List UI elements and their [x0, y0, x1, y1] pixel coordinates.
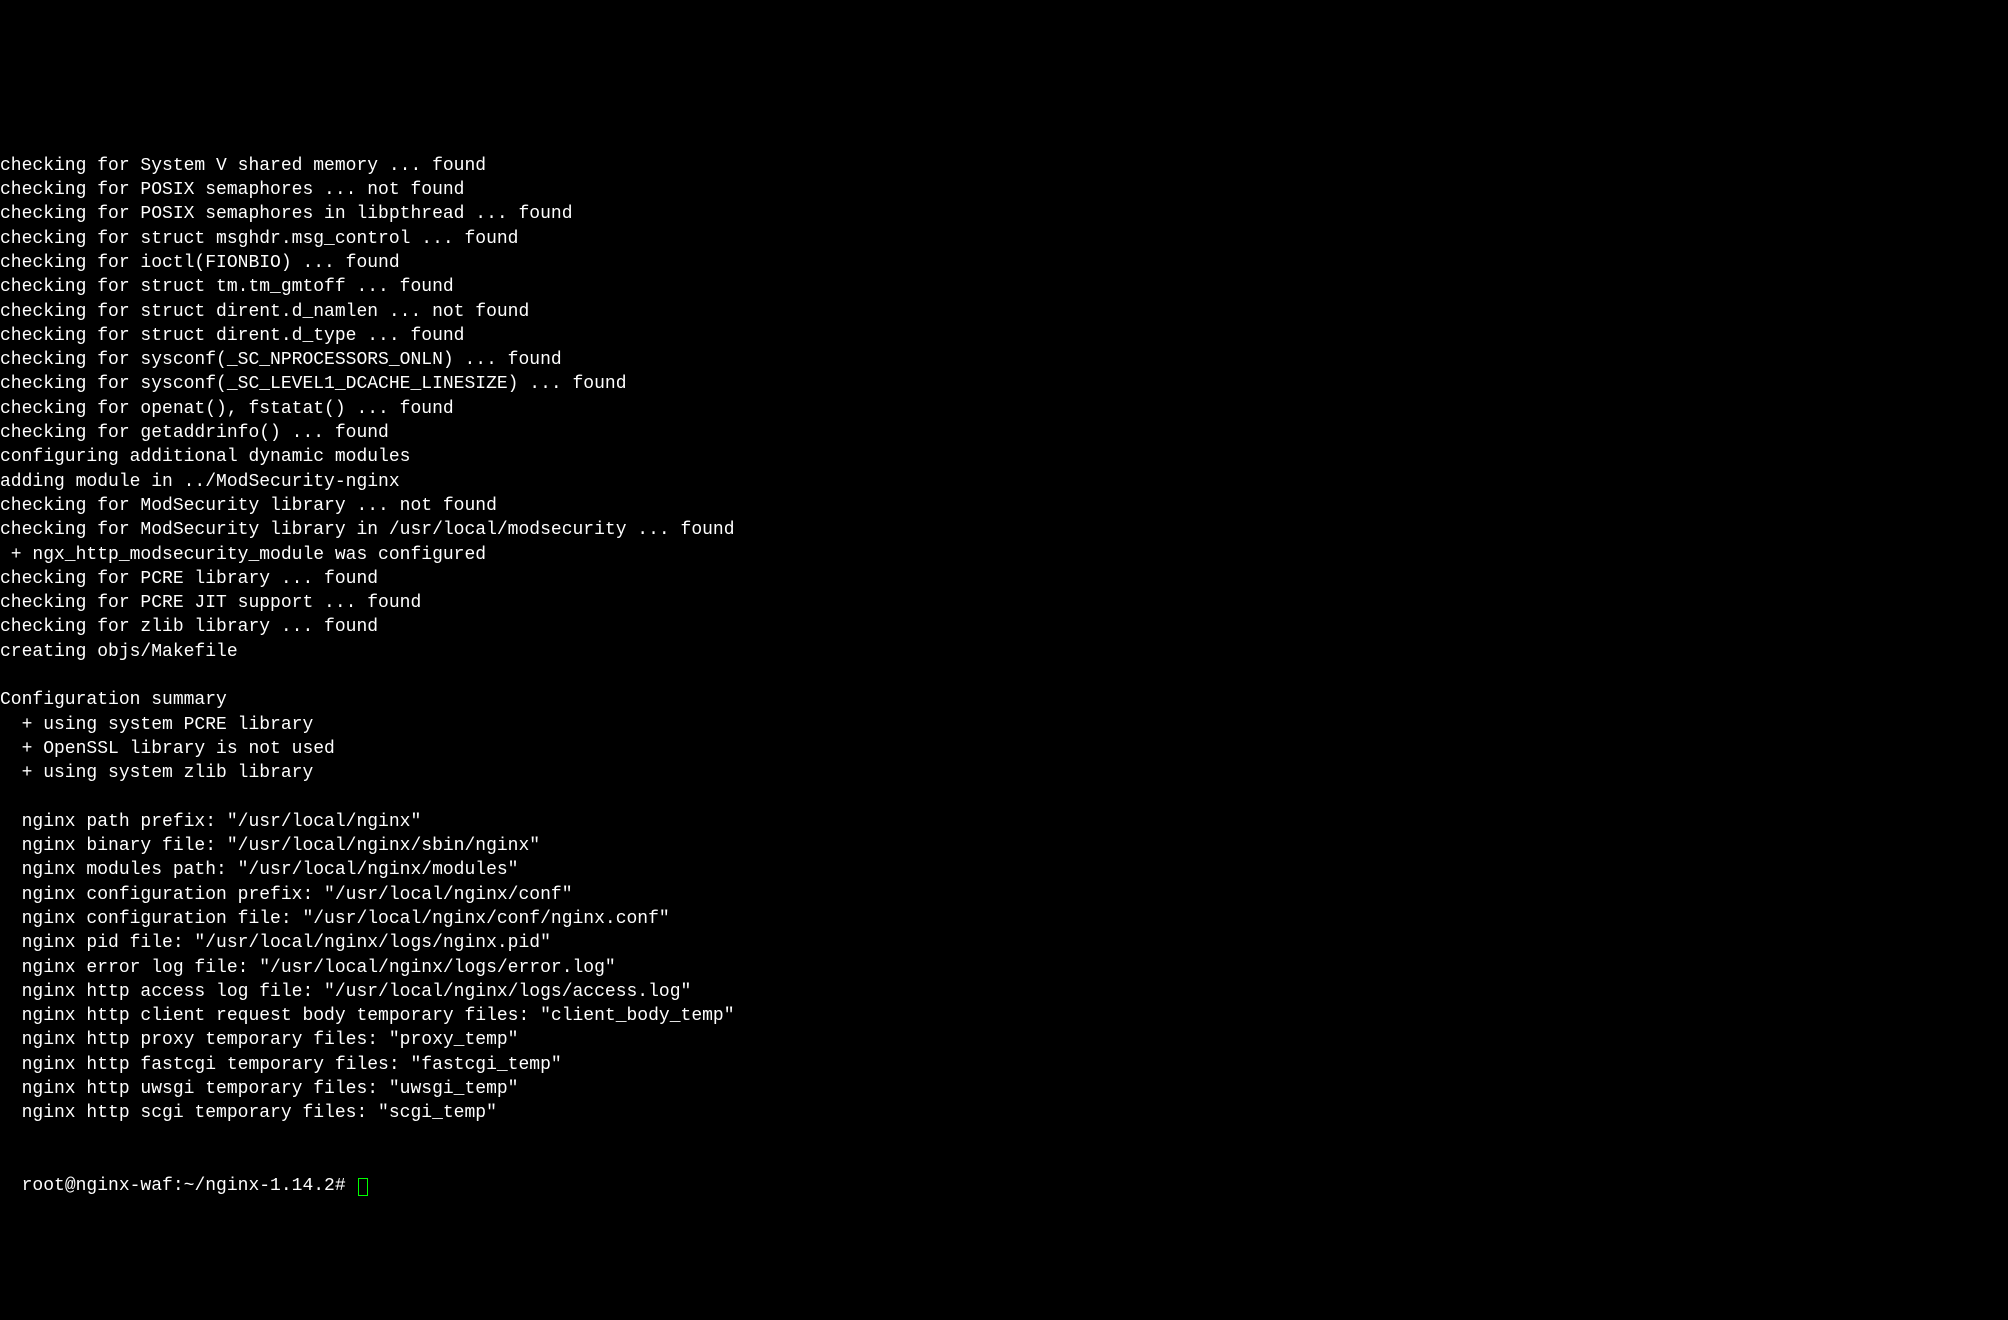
- terminal-line: checking for ModSecurity library in /usr…: [0, 518, 2008, 542]
- terminal-line: + OpenSSL library is not used: [0, 737, 2008, 761]
- terminal-line: nginx configuration prefix: "/usr/local/…: [0, 883, 2008, 907]
- terminal-line: creating objs/Makefile: [0, 640, 2008, 664]
- terminal-line: checking for sysconf(_SC_NPROCESSORS_ONL…: [0, 348, 2008, 372]
- terminal-line: checking for PCRE library ... found: [0, 567, 2008, 591]
- terminal-line: nginx path prefix: "/usr/local/nginx": [0, 810, 2008, 834]
- terminal-line: nginx http proxy temporary files: "proxy…: [0, 1028, 2008, 1052]
- terminal-line: [0, 1126, 2008, 1150]
- terminal-line: checking for POSIX semaphores in libpthr…: [0, 202, 2008, 226]
- cursor-icon: [358, 1178, 368, 1196]
- terminal-line: Configuration summary: [0, 688, 2008, 712]
- terminal-line: checking for getaddrinfo() ... found: [0, 421, 2008, 445]
- shell-prompt: root@nginx-waf:~/nginx-1.14.2#: [22, 1176, 357, 1196]
- terminal-line: checking for struct dirent.d_type ... fo…: [0, 324, 2008, 348]
- terminal-line: checking for PCRE JIT support ... found: [0, 591, 2008, 615]
- terminal-line: + using system PCRE library: [0, 713, 2008, 737]
- terminal-line: checking for struct msghdr.msg_control .…: [0, 227, 2008, 251]
- terminal-line: + using system zlib library: [0, 761, 2008, 785]
- terminal-line: [0, 786, 2008, 810]
- terminal-line: checking for zlib library ... found: [0, 615, 2008, 639]
- terminal-line: + ngx_http_modsecurity_module was config…: [0, 543, 2008, 567]
- terminal-line: checking for openat(), fstatat() ... fou…: [0, 397, 2008, 421]
- terminal-line: checking for System V shared memory ... …: [0, 154, 2008, 178]
- terminal-line: nginx http fastcgi temporary files: "fas…: [0, 1053, 2008, 1077]
- terminal-line: adding module in ../ModSecurity-nginx: [0, 470, 2008, 494]
- output-lines: checking for System V shared memory ... …: [0, 154, 2008, 1150]
- terminal-line: checking for ModSecurity library ... not…: [0, 494, 2008, 518]
- terminal-line: nginx pid file: "/usr/local/nginx/logs/n…: [0, 931, 2008, 955]
- terminal-line: nginx http uwsgi temporary files: "uwsgi…: [0, 1077, 2008, 1101]
- terminal-line: nginx http client request body temporary…: [0, 1004, 2008, 1028]
- terminal-line: nginx http scgi temporary files: "scgi_t…: [0, 1101, 2008, 1125]
- terminal-line: nginx error log file: "/usr/local/nginx/…: [0, 956, 2008, 980]
- terminal-line: nginx binary file: "/usr/local/nginx/sbi…: [0, 834, 2008, 858]
- terminal-line: checking for struct dirent.d_namlen ... …: [0, 300, 2008, 324]
- terminal-line: checking for POSIX semaphores ... not fo…: [0, 178, 2008, 202]
- terminal-line: nginx modules path: "/usr/local/nginx/mo…: [0, 858, 2008, 882]
- terminal-line: checking for struct tm.tm_gmtoff ... fou…: [0, 275, 2008, 299]
- terminal-line: configuring additional dynamic modules: [0, 445, 2008, 469]
- terminal-line: nginx http access log file: "/usr/local/…: [0, 980, 2008, 1004]
- terminal-line: nginx configuration file: "/usr/local/ng…: [0, 907, 2008, 931]
- terminal-line: [0, 664, 2008, 688]
- terminal-line: checking for ioctl(FIONBIO) ... found: [0, 251, 2008, 275]
- terminal-output[interactable]: checking for System V shared memory ... …: [0, 97, 2008, 1198]
- terminal-line: checking for sysconf(_SC_LEVEL1_DCACHE_L…: [0, 372, 2008, 396]
